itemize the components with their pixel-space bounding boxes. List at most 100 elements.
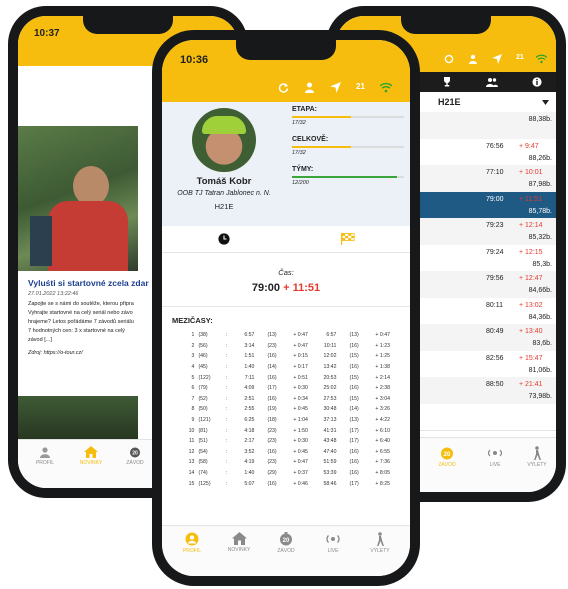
result-points: 88,26b. [528, 154, 552, 162]
avatar[interactable] [192, 108, 256, 172]
tab-label: PROFIL [182, 548, 202, 554]
split-split-rank: (16) [267, 374, 277, 381]
chevron-down-icon [542, 100, 549, 105]
result-points: 81,06b. [528, 366, 552, 374]
split-separator: : [225, 480, 227, 487]
right-tab-live[interactable]: LIVE [482, 446, 508, 468]
second-article-photo[interactable] [18, 396, 138, 444]
split-split-time: 4:19 [244, 459, 255, 466]
tab-novinky[interactable]: NOVINKY [217, 532, 261, 553]
article-photo[interactable] [18, 126, 138, 271]
live-icon [326, 535, 340, 543]
right-top-icons: 21 [436, 54, 556, 66]
split-split-time: 1:40 [244, 364, 255, 371]
split-control-number: 13 [188, 459, 195, 466]
split-total-time: 41:31 [323, 427, 337, 434]
svg-text:20: 20 [444, 452, 451, 458]
split-control-number: 10 [188, 427, 195, 434]
split-total-loss: + 4:22 [375, 417, 390, 424]
article-source[interactable]: Zdroj: https://o-tour.cz/ [28, 350, 83, 356]
split-split-rank: (16) [267, 448, 277, 455]
result-time: 77:10 [486, 169, 504, 176]
tab-finish[interactable] [286, 226, 410, 252]
refresh-icon[interactable] [278, 82, 289, 93]
split-separator: : [225, 417, 227, 424]
wifi-icon [536, 54, 547, 64]
location-icon[interactable] [492, 54, 502, 64]
split-split-time: 3:52 [244, 448, 255, 455]
person-icon [185, 532, 199, 546]
split-total-loss: + 1:38 [375, 364, 390, 371]
left-status-time: 10:37 [34, 28, 60, 39]
split-control-code: (81) [198, 427, 208, 434]
trophy-icon[interactable] [442, 77, 452, 87]
live-icon [488, 449, 502, 457]
tab-label: VÝLETY [370, 548, 390, 554]
split-split-time: 2:55 [244, 406, 255, 413]
result-diff: + 15:47 [519, 354, 543, 362]
split-total-rank: (17) [349, 480, 359, 487]
split-separator: : [225, 427, 227, 434]
right-tab-zavod[interactable]: 20 ZÁVOD [434, 446, 460, 468]
split-total-loss: + 7:36 [375, 459, 390, 466]
split-control-number: 2 [191, 342, 195, 349]
result-diff: + 12:14 [519, 222, 543, 229]
split-split-rank: (19) [267, 406, 277, 413]
location-icon[interactable] [330, 82, 341, 93]
split-total-time: 6:57 [326, 332, 337, 339]
tab-zavod[interactable]: 20 ZÁVOD [264, 532, 308, 554]
hiker-icon [534, 446, 541, 460]
left-tab-profil-label: PROFIL [35, 460, 55, 466]
split-control-number: 15 [188, 480, 195, 487]
split-separator: : [225, 385, 227, 392]
split-control-code: (58) [198, 459, 208, 466]
split-split-time: 3:14 [244, 342, 255, 349]
split-control-code: (54) [198, 448, 208, 455]
split-total-rank: (13) [349, 417, 359, 424]
right-tab-vylety[interactable]: VÝLETY [522, 446, 552, 468]
group-icon[interactable] [486, 77, 498, 87]
left-tab-novinky[interactable]: NOVINKY [74, 446, 108, 466]
split-control-code: (121) [198, 417, 211, 424]
right-notch [401, 16, 491, 34]
result-points: 84,36b. [528, 313, 552, 321]
split-separator: : [225, 374, 227, 381]
result-points: 87,98b. [528, 181, 552, 188]
split-control-number: 11 [189, 438, 195, 445]
split-split-loss: + 0:37 [293, 470, 308, 477]
split-total-rank: (14) [349, 406, 359, 413]
clock-icon [218, 233, 230, 245]
info-icon[interactable] [532, 77, 542, 87]
race-20-icon: 20 [280, 532, 292, 546]
split-split-loss: + 1:04 [293, 417, 308, 424]
refresh-icon[interactable] [444, 54, 454, 64]
split-total-loss: + 6:40 [375, 438, 390, 445]
center-phone: 10:36 21 Tomáš Kobr OOB TJ Tatran Jablon… [152, 30, 420, 586]
wifi-icon [380, 82, 392, 93]
result-points: 88,38b. [528, 116, 552, 123]
split-total-rank: (16) [349, 470, 359, 477]
split-split-rank: (23) [267, 427, 277, 434]
tab-vylety[interactable]: VÝLETY [358, 532, 402, 554]
split-separator: : [225, 395, 227, 402]
tab-profil[interactable]: PROFIL [170, 532, 214, 554]
split-control-number: 9 [191, 417, 195, 424]
left-tab-profil[interactable]: PROFIL [32, 446, 58, 466]
split-total-time: 30:48 [323, 406, 337, 413]
split-control-code: (45) [198, 364, 208, 371]
tab-time[interactable] [162, 226, 286, 252]
person-icon[interactable] [468, 54, 478, 64]
split-separator: : [225, 448, 227, 455]
tab-live[interactable]: LIVE [311, 532, 355, 554]
article-title[interactable]: Vyluśti si startovné zcela zdar [28, 278, 149, 288]
race-20-icon: 20 [130, 447, 140, 458]
left-tab-zavod[interactable]: 20 ZÁVOD [122, 446, 148, 466]
person-icon[interactable] [304, 82, 315, 93]
splits-table: 1 (38):6:57 (13) + 0:47 6:57 (13) + 0:47 2 (56):… [180, 330, 392, 489]
split-total-loss: + 8:05 [375, 470, 390, 477]
tab-label: LIVE [327, 548, 339, 554]
split-split-rank: (23) [267, 459, 277, 466]
athlete-name: Tomáš Kobr [196, 176, 252, 187]
article-line-5: závod [...] [28, 337, 52, 343]
center-notch [236, 40, 336, 60]
